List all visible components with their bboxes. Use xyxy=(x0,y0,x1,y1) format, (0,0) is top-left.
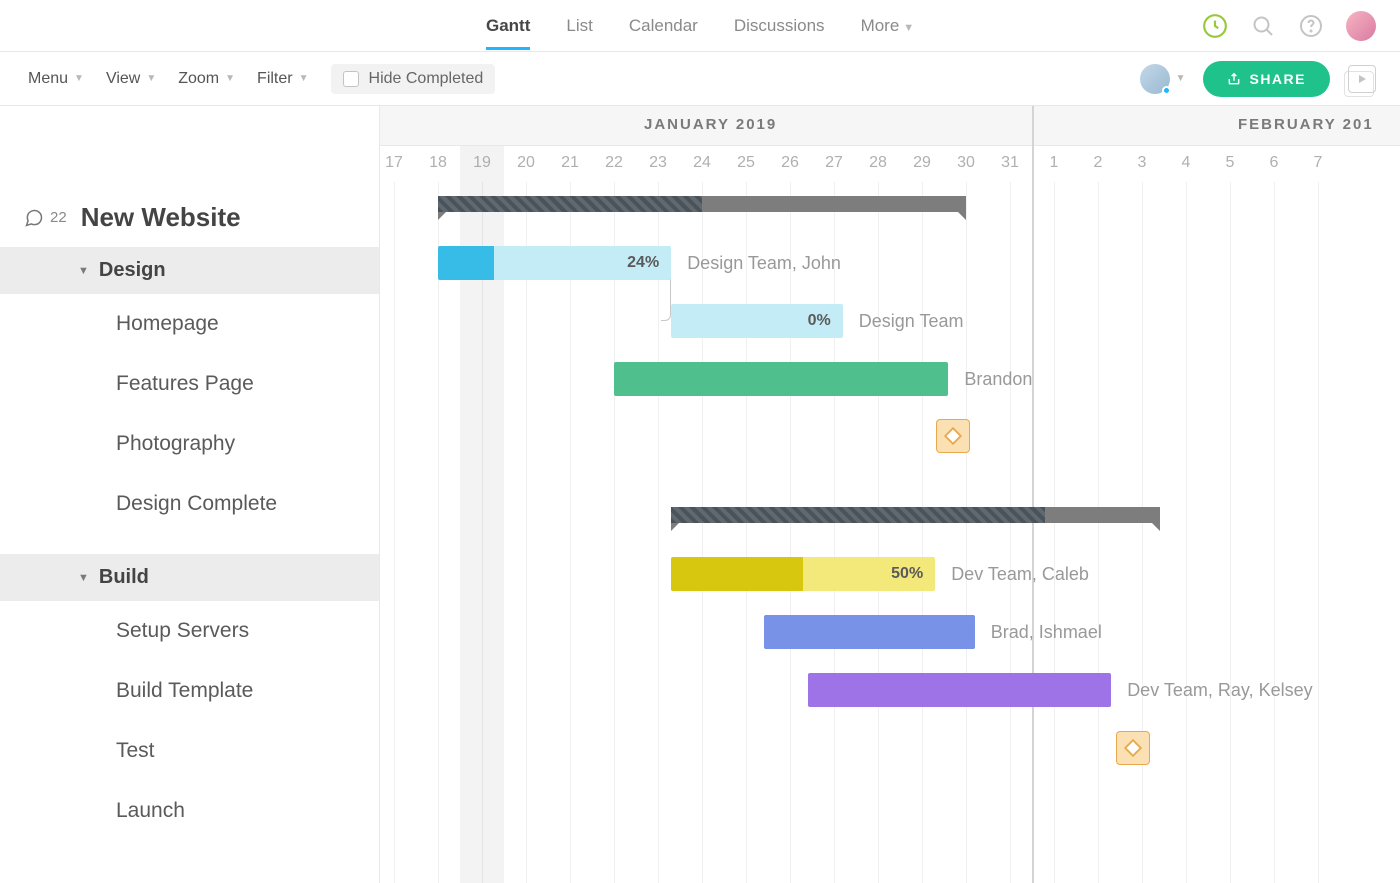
main-content: 22 New Website ▼ Design HomepageFeatures P… xyxy=(0,106,1400,883)
group-row[interactable]: ▼ Build xyxy=(0,554,379,601)
clock-icon[interactable] xyxy=(1202,13,1228,39)
chevron-down-icon: ▼ xyxy=(78,572,89,584)
group-name: Build xyxy=(99,566,149,589)
view-tabs: Gantt List Calendar Discussions More▼ xyxy=(486,2,914,50)
progress-label: 50% xyxy=(891,565,923,583)
user-avatar[interactable] xyxy=(1346,11,1376,41)
task-bar[interactable]: 24%Design Team, John xyxy=(438,246,671,280)
day-column: 28 xyxy=(856,146,900,182)
day-column: 23 xyxy=(636,146,680,182)
day-column: 25 xyxy=(724,146,768,182)
chevron-down-icon: ▼ xyxy=(74,73,84,84)
month-label-2: FEBRUARY 201 xyxy=(1238,116,1374,133)
day-column: 31 xyxy=(988,146,1032,182)
day-column: 18 xyxy=(416,146,460,182)
share-icon xyxy=(1227,72,1241,86)
day-column: 21 xyxy=(548,146,592,182)
chevron-down-icon: ▼ xyxy=(78,265,89,277)
day-column: 7 xyxy=(1296,146,1340,182)
task-bar[interactable]: Dev Team, Ray, Kelsey xyxy=(808,673,1112,707)
task-row[interactable]: Build Template xyxy=(0,661,379,721)
play-button[interactable] xyxy=(1348,65,1376,93)
tab-gantt[interactable]: Gantt xyxy=(486,2,530,50)
gantt-body: 24%Design Team, John0%Design TeamBrandon… xyxy=(380,182,1400,883)
progress-label: 0% xyxy=(808,312,831,330)
zoom-dropdown[interactable]: Zoom▼ xyxy=(178,70,235,88)
progress-label: 24% xyxy=(627,254,659,272)
milestone-marker[interactable] xyxy=(1116,731,1150,765)
task-row[interactable]: Test xyxy=(0,721,379,781)
day-column: 30 xyxy=(944,146,988,182)
day-header: 1718192021222324252627282930311234567 xyxy=(380,146,1400,182)
month-label-1: JANUARY 2019 xyxy=(644,116,777,133)
assignee-label: Dev Team, Caleb xyxy=(951,564,1089,585)
task-sidebar: 22 New Website ▼ Design HomepageFeatures P… xyxy=(0,106,380,883)
filter-dropdown[interactable]: Filter▼ xyxy=(257,70,308,88)
milestone-marker[interactable] xyxy=(936,419,970,453)
assignee-label: Design Team, John xyxy=(687,253,841,274)
day-column: 5 xyxy=(1208,146,1252,182)
day-column: 4 xyxy=(1164,146,1208,182)
tab-calendar[interactable]: Calendar xyxy=(629,2,698,50)
tab-more[interactable]: More▼ xyxy=(861,2,915,50)
day-column: 1 xyxy=(1032,146,1076,182)
gantt-chart[interactable]: JANUARY 2019 FEBRUARY 201 17181920212223… xyxy=(380,106,1400,883)
day-column: 26 xyxy=(768,146,812,182)
project-title[interactable]: New Website xyxy=(81,202,241,233)
assignee-label: Brandon xyxy=(964,369,1032,390)
help-icon[interactable] xyxy=(1298,13,1324,39)
day-column: 3 xyxy=(1120,146,1164,182)
task-bar[interactable]: 0%Design Team xyxy=(671,304,843,338)
day-column: 22 xyxy=(592,146,636,182)
task-row[interactable]: Launch xyxy=(0,781,379,841)
day-column: 24 xyxy=(680,146,724,182)
day-column: 29 xyxy=(900,146,944,182)
chevron-down-icon: ▼ xyxy=(903,22,914,34)
day-column: 6 xyxy=(1252,146,1296,182)
collaborator-dropdown[interactable]: ▼ xyxy=(1140,64,1186,94)
task-row[interactable]: Photography xyxy=(0,414,379,474)
summary-bar[interactable] xyxy=(671,507,1159,523)
assignee-label: Dev Team, Ray, Kelsey xyxy=(1127,680,1312,701)
search-icon[interactable] xyxy=(1250,13,1276,39)
toolbar: Menu▼ View▼ Zoom▼ Filter▼ Hide Completed… xyxy=(0,52,1400,106)
day-column: 20 xyxy=(504,146,548,182)
group-row[interactable]: ▼ Design xyxy=(0,247,379,294)
day-column: 27 xyxy=(812,146,856,182)
tab-list[interactable]: List xyxy=(566,2,592,50)
task-row[interactable]: Design Complete xyxy=(0,474,379,534)
hide-completed-label: Hide Completed xyxy=(369,70,484,88)
chevron-down-icon: ▼ xyxy=(1176,73,1186,84)
assignee-label: Brad, Ishmael xyxy=(991,622,1102,643)
assignee-label: Design Team xyxy=(859,311,964,332)
chevron-down-icon: ▼ xyxy=(146,73,156,84)
task-bar[interactable]: 50%Dev Team, Caleb xyxy=(671,557,935,591)
checkbox-icon[interactable] xyxy=(343,71,359,87)
group-name: Design xyxy=(99,259,166,282)
month-divider xyxy=(1032,106,1034,883)
menu-dropdown[interactable]: Menu▼ xyxy=(28,70,84,88)
task-row[interactable]: Features Page xyxy=(0,354,379,414)
comment-count[interactable]: 22 xyxy=(24,208,67,228)
task-row[interactable]: Homepage xyxy=(0,294,379,354)
project-header: 22 New Website xyxy=(0,182,379,247)
share-button[interactable]: SHARE xyxy=(1203,61,1330,97)
month-header: JANUARY 2019 FEBRUARY 201 xyxy=(380,106,1400,146)
hide-completed-toggle[interactable]: Hide Completed xyxy=(331,64,496,94)
tab-discussions[interactable]: Discussions xyxy=(734,2,825,50)
day-column: 17 xyxy=(380,146,416,182)
comment-icon xyxy=(24,208,44,228)
top-nav: Gantt List Calendar Discussions More▼ xyxy=(0,0,1400,52)
day-column: 2 xyxy=(1076,146,1120,182)
task-row[interactable]: Setup Servers xyxy=(0,601,379,661)
summary-bar[interactable] xyxy=(438,196,966,212)
chevron-down-icon: ▼ xyxy=(299,73,309,84)
view-dropdown[interactable]: View▼ xyxy=(106,70,156,88)
task-bar[interactable]: Brad, Ishmael xyxy=(764,615,975,649)
task-bar[interactable]: Brandon xyxy=(614,362,948,396)
chevron-down-icon: ▼ xyxy=(225,73,235,84)
